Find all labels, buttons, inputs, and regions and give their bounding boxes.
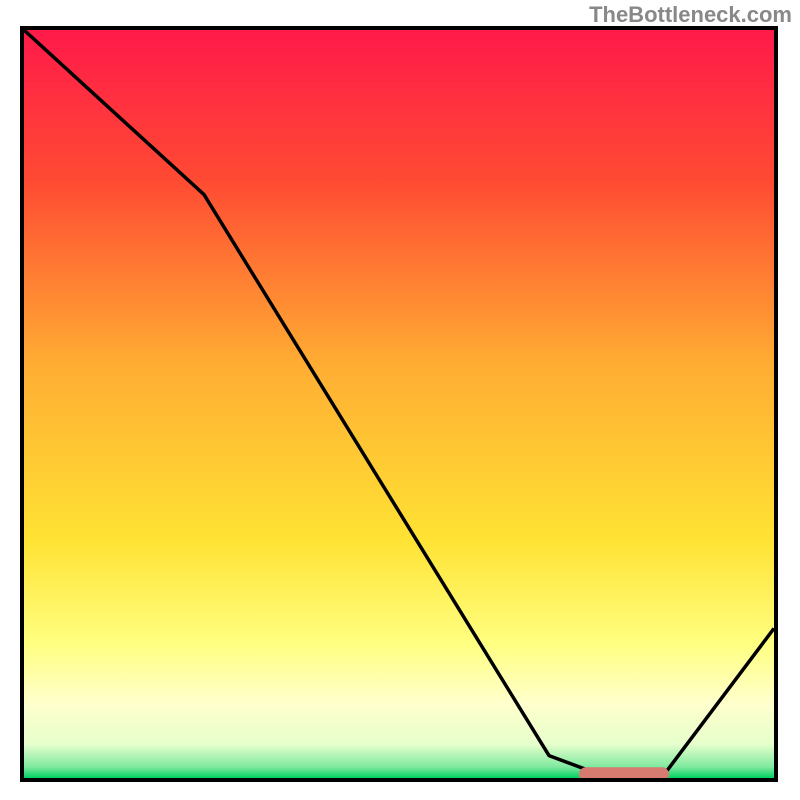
watermark-text: TheBottleneck.com	[589, 2, 792, 28]
chart-svg	[24, 30, 774, 778]
chart-frame	[20, 26, 778, 782]
chart-container: TheBottleneck.com	[0, 0, 800, 800]
chart-plot-area	[24, 30, 774, 778]
optimal-range-marker	[579, 767, 669, 778]
gradient-background	[24, 30, 774, 778]
